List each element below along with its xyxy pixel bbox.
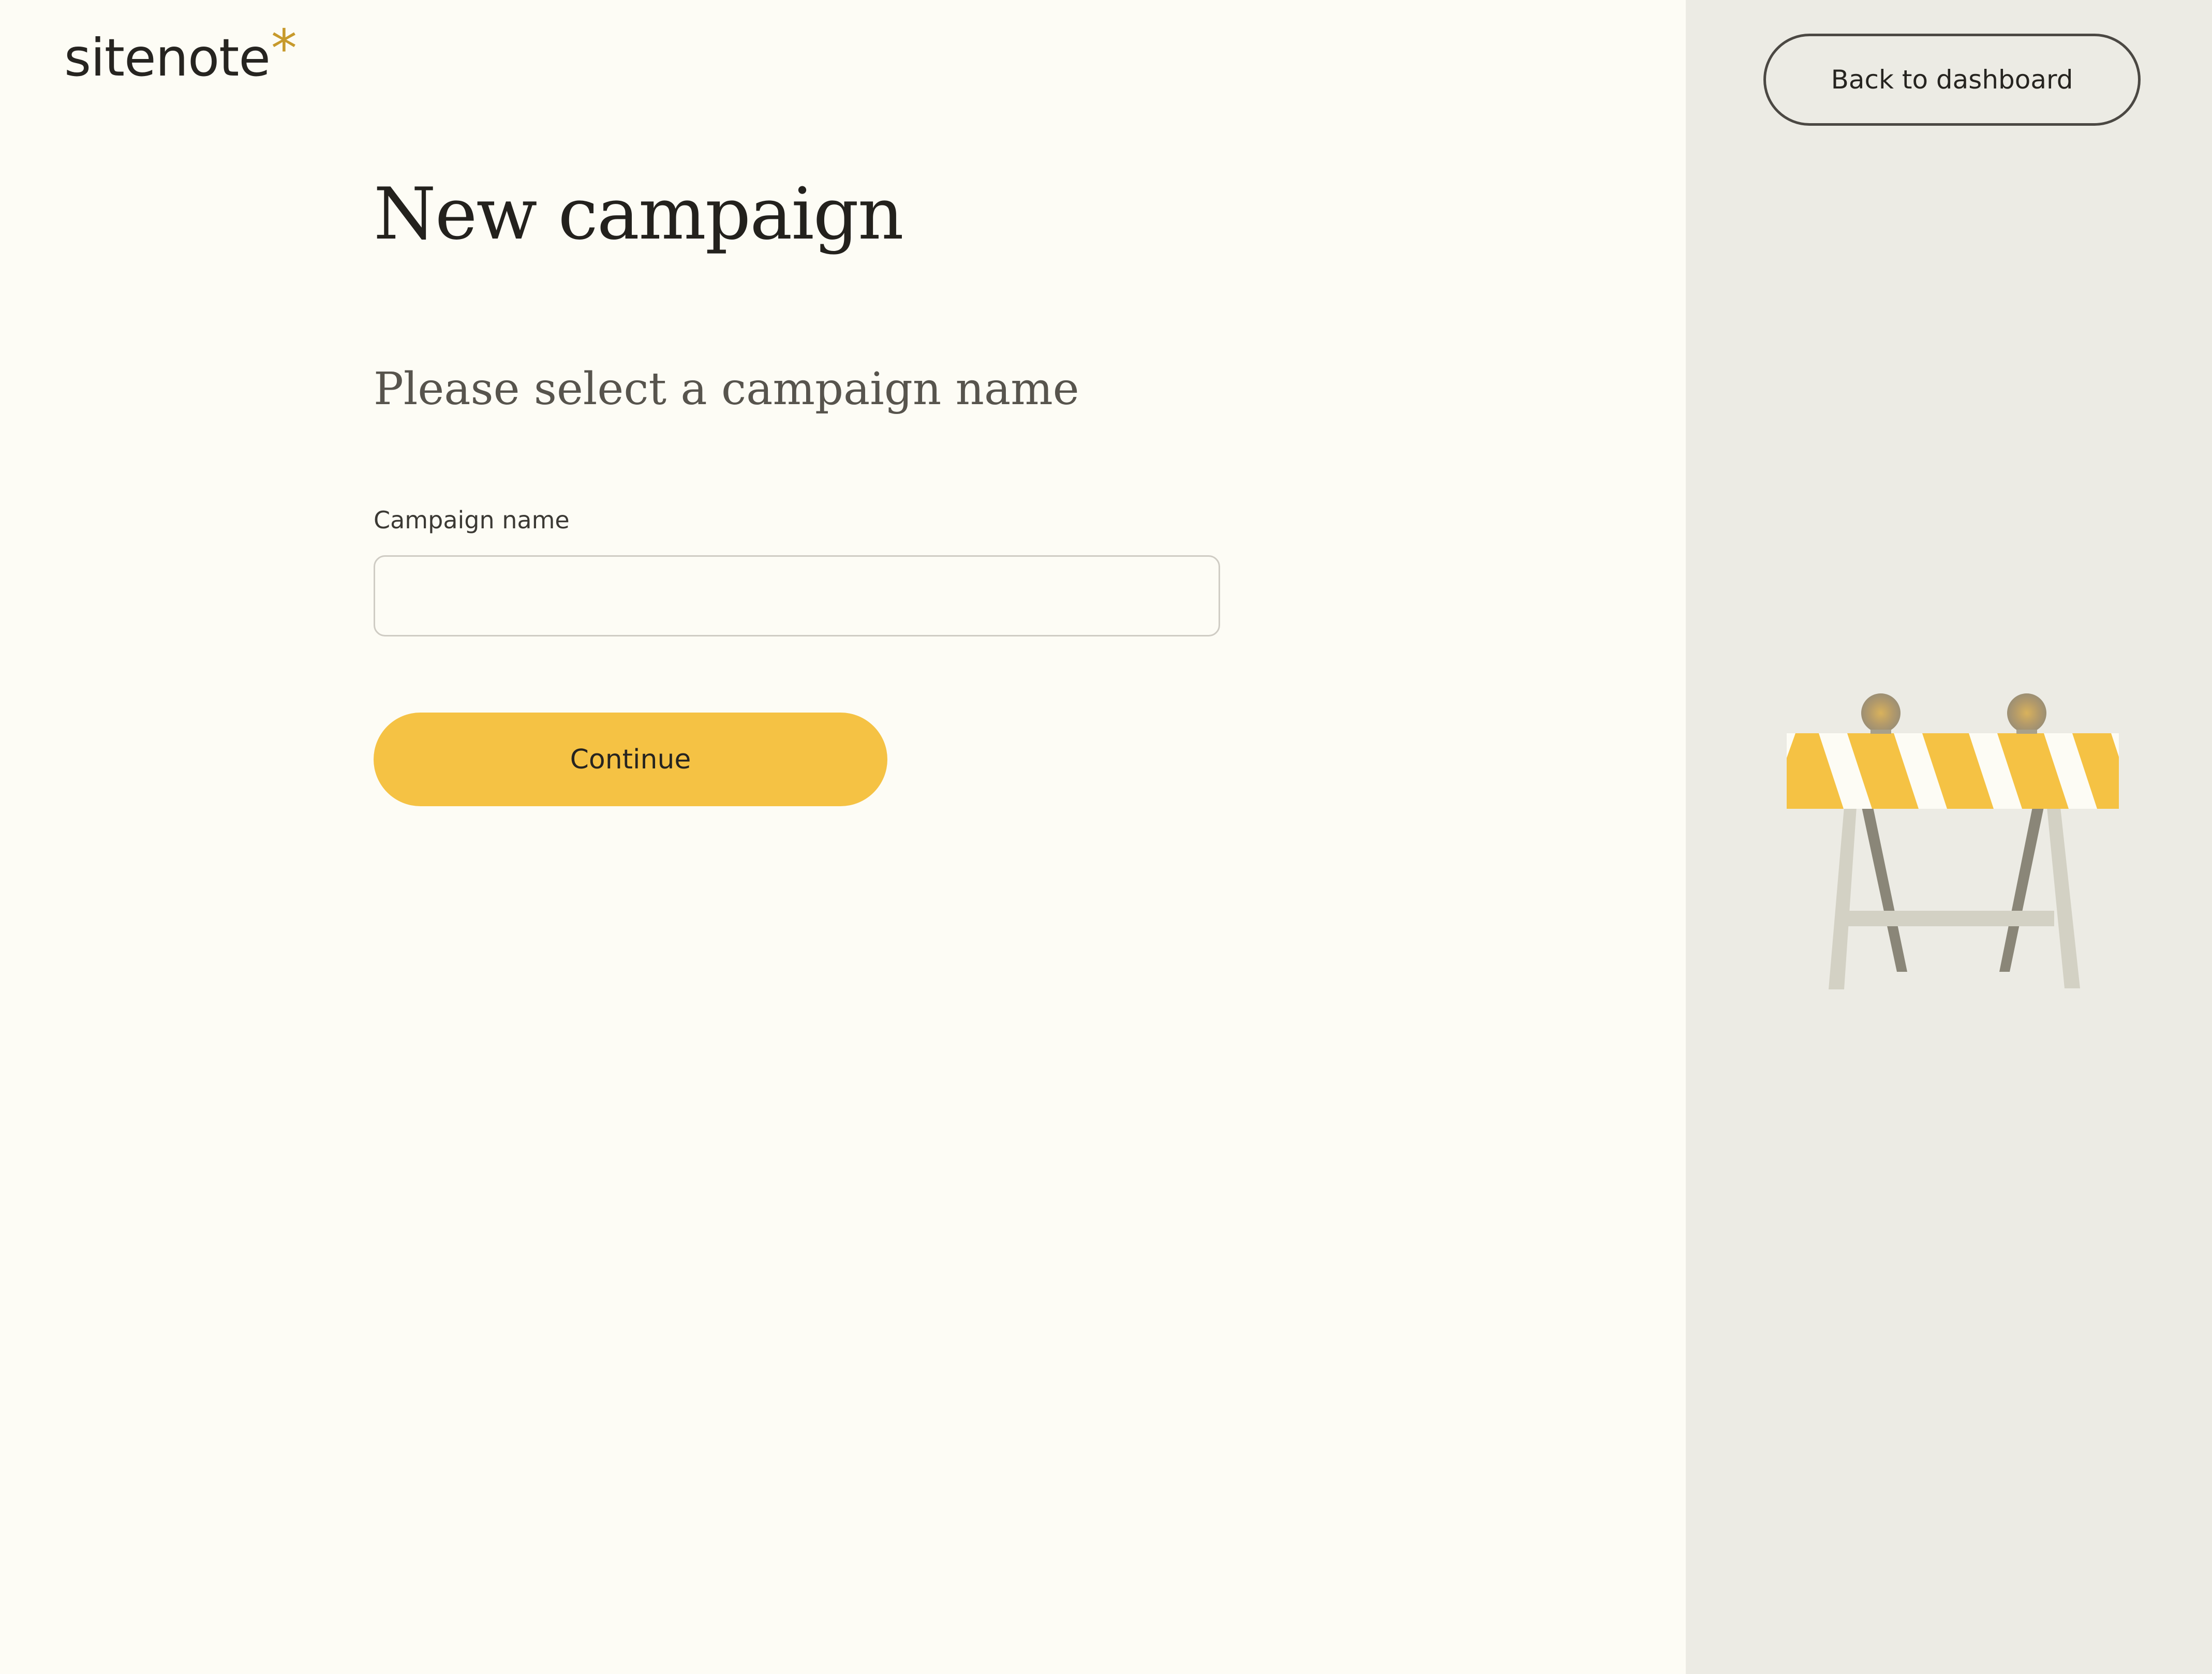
continue-button[interactable]: Continue xyxy=(374,713,887,806)
logo-asterisk-icon: * xyxy=(271,18,297,79)
page-title: New campaign xyxy=(374,172,904,256)
campaign-name-input[interactable] xyxy=(374,555,1220,636)
main-panel: sitenote* New campaign Please select a c… xyxy=(0,0,1686,1674)
construction-barrier-icon xyxy=(1787,693,2119,989)
back-to-dashboard-button[interactable]: Back to dashboard xyxy=(1763,34,2141,126)
campaign-name-label: Campaign name xyxy=(374,506,570,534)
logo-wordmark: sitenote xyxy=(64,27,271,88)
logo[interactable]: sitenote* xyxy=(64,23,297,84)
page-subtitle: Please select a campaign name xyxy=(374,363,1079,415)
